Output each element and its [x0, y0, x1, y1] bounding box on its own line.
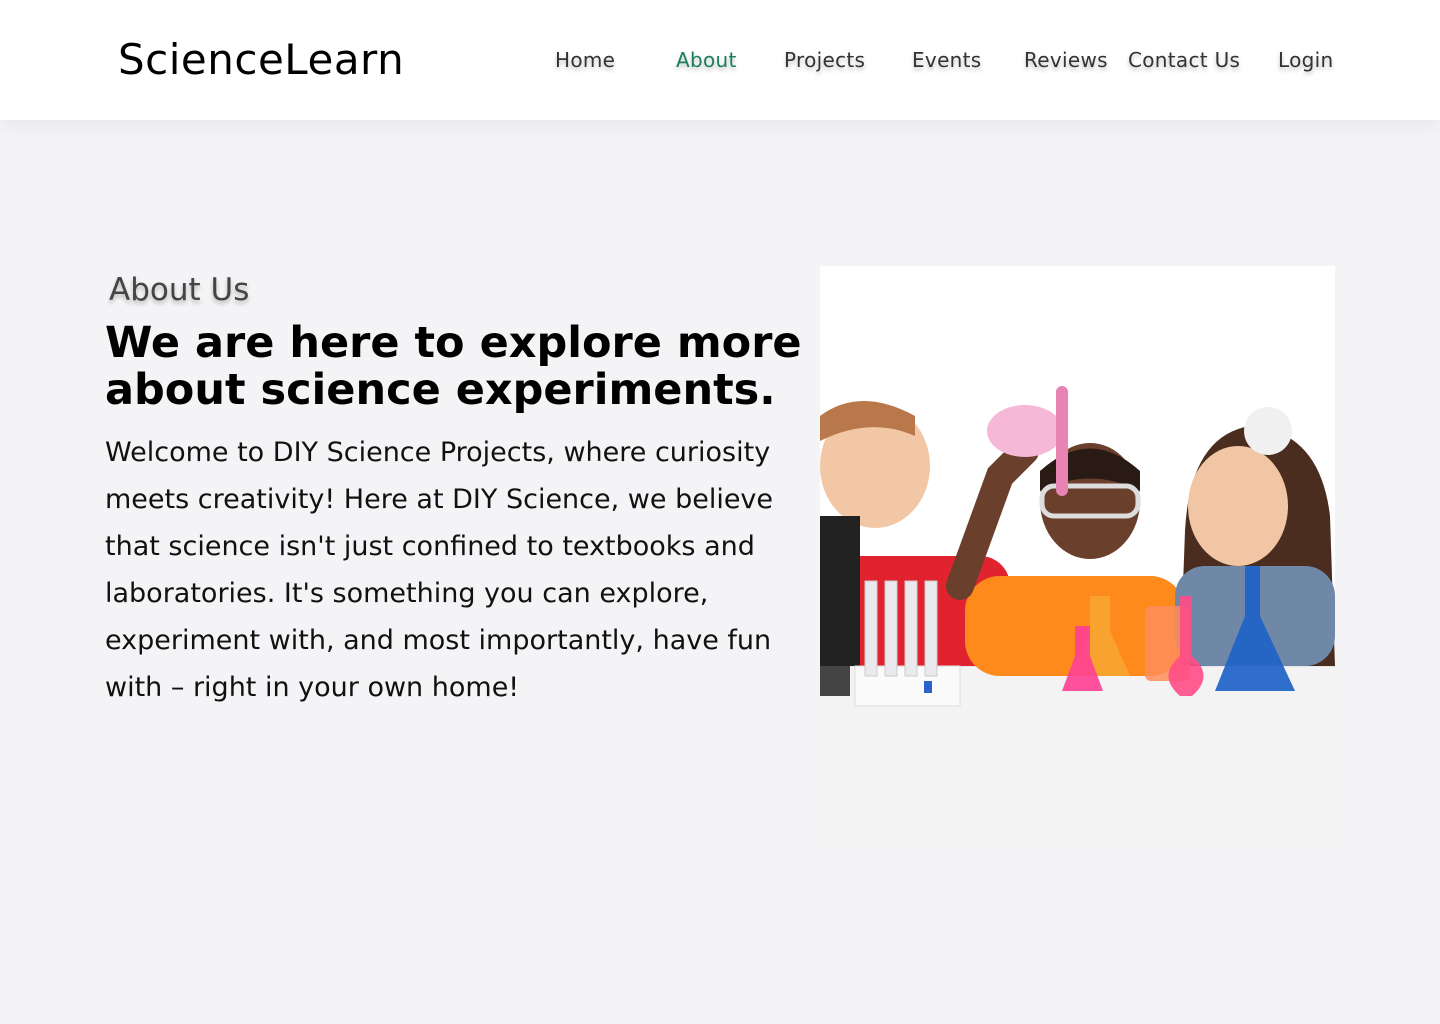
nav-home-link[interactable]: Home	[555, 47, 615, 73]
kids-science-experiment-photo	[820, 266, 1335, 846]
section-label: About Us	[109, 272, 250, 308]
brand-logo[interactable]: ScienceLearn	[118, 34, 404, 86]
nav-contact-link[interactable]: Contact Us	[1128, 47, 1240, 73]
top-navbar: ScienceLearn Home About Projects Events …	[0, 0, 1440, 120]
nav-projects-link[interactable]: Projects	[784, 47, 865, 73]
nav-events-link[interactable]: Events	[912, 47, 982, 73]
nav-about-link[interactable]: About	[676, 47, 737, 73]
nav-login-link[interactable]: Login	[1278, 47, 1333, 73]
about-body-text: Welcome to DIY Science Projects, where c…	[105, 437, 774, 703]
about-headline: We are here to explore more about scienc…	[105, 318, 802, 415]
nav-reviews-link[interactable]: Reviews	[1024, 47, 1108, 73]
